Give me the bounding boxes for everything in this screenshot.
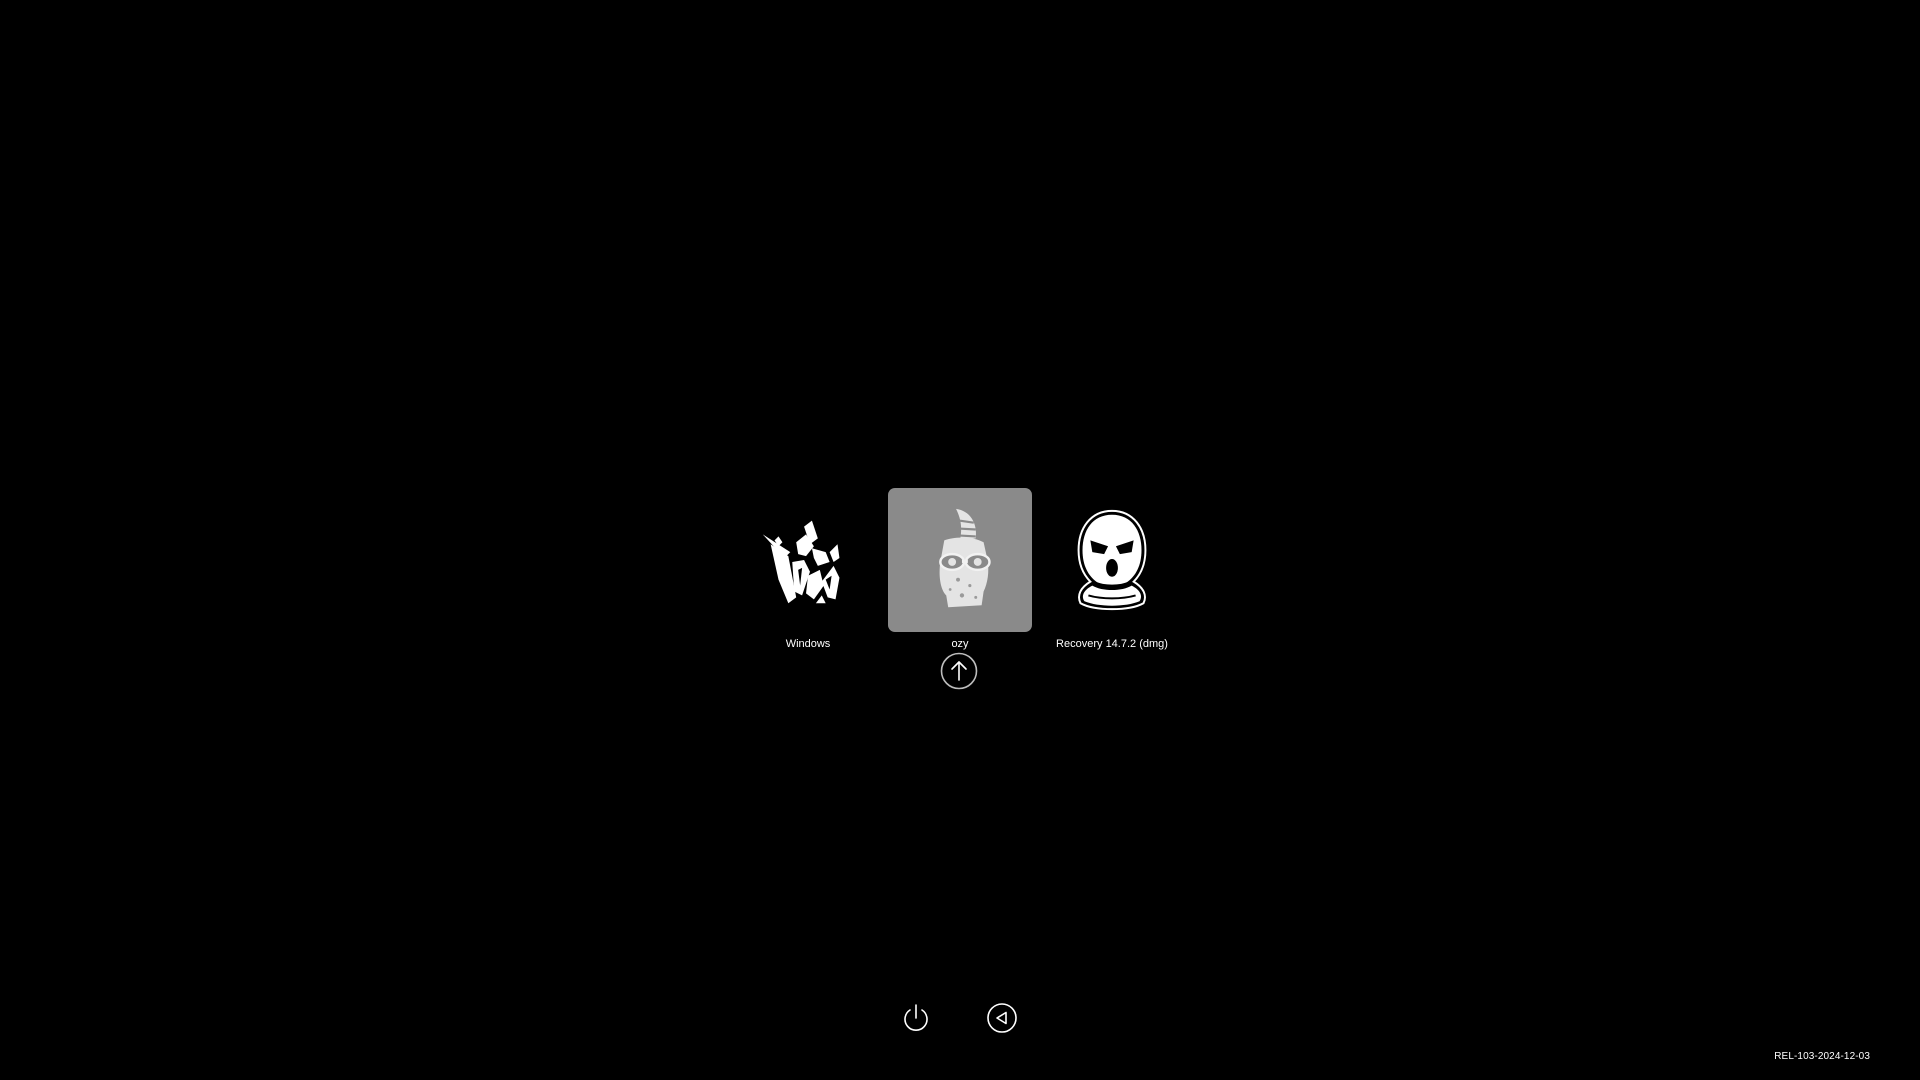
restart-triangle-icon — [987, 1003, 1017, 1033]
version-label: REL-103-2024-12-03 — [1774, 1051, 1870, 1062]
boot-selected-button[interactable] — [940, 652, 978, 690]
boot-entry-windows[interactable]: Windows — [723, 488, 893, 651]
boot-entry-tile[interactable] — [1040, 488, 1184, 632]
up-arrow-circle-icon — [940, 652, 978, 690]
boot-entry-label: Recovery 14.7.2 (dmg) — [1056, 638, 1168, 650]
power-icon — [904, 1004, 928, 1031]
shattered-figure-icon — [762, 520, 840, 604]
boot-entry-tile-selected[interactable] — [888, 488, 1032, 632]
boot-entry-label: ozy — [951, 638, 969, 650]
horned-goggles-figure-icon — [939, 508, 991, 608]
boot-entry-ozy[interactable]: ozy — [875, 488, 1045, 651]
boot-entry-label: Windows — [785, 638, 831, 650]
shutdown-button[interactable] — [900, 1002, 932, 1034]
boot-entry-tile[interactable] — [736, 488, 880, 632]
restart-button[interactable] — [986, 1002, 1018, 1034]
boot-entry-recovery[interactable]: Recovery 14.7.2 (dmg) — [1027, 488, 1197, 651]
balaclava-mask-icon — [1077, 509, 1147, 611]
boot-picker-screen: Windows ozy Recovery 14.7.2 (dmg) REL-10… — [0, 0, 1920, 1080]
